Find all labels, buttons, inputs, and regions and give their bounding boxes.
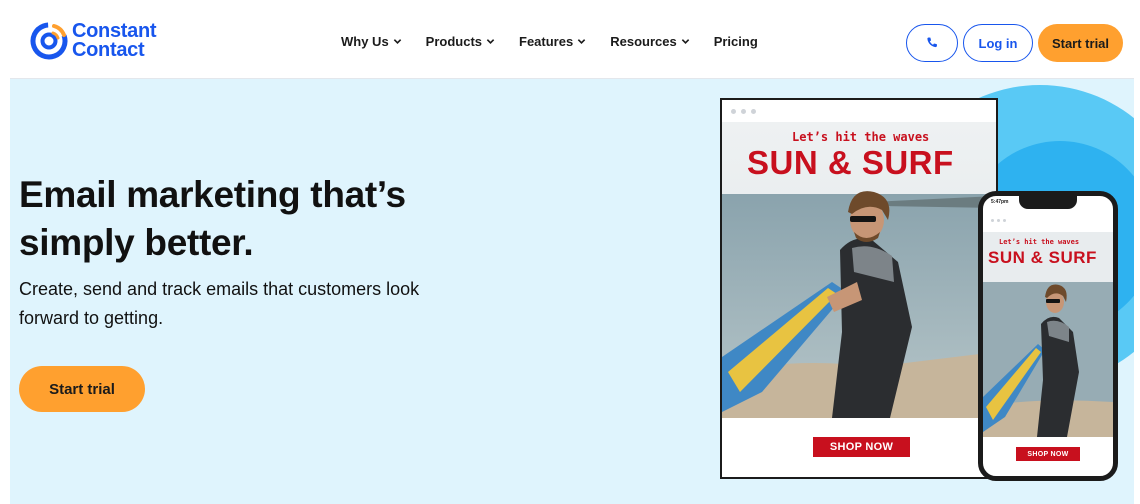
nav-item-label: Resources (610, 34, 677, 49)
phone-notch (1019, 196, 1077, 209)
email-headline: SUN & SURF (747, 144, 954, 181)
hero-start-trial-button[interactable]: Start trial (19, 366, 145, 412)
nav-item-label: Pricing (713, 34, 758, 49)
window-dot-icon (741, 108, 746, 114)
phone-button[interactable] (906, 24, 958, 62)
nav-item-resources[interactable]: Resources (610, 34, 689, 49)
hero-section: Email marketing that’s simply better. Cr… (10, 79, 1134, 504)
page: Constant Contact Why Us Products Feature… (0, 0, 1140, 504)
logo-line-2: Contact (72, 39, 145, 61)
email-footer: SHOP NOW (722, 418, 996, 477)
surfer-photo: Let’s hit the waves SUN & SURF (722, 122, 996, 418)
window-dot-icon (751, 108, 756, 114)
phone-shop-now-button[interactable]: SHOP NOW (1016, 447, 1080, 461)
login-button[interactable]: Log in (963, 24, 1033, 62)
window-dot-icon (991, 219, 994, 222)
window-dot-icon (997, 219, 1000, 222)
chevron-down-icon (393, 39, 401, 44)
nav-item-label: Products (425, 34, 483, 49)
phone-email-preview: 5:47pm Let’s hit the waves SUN & SURF SH… (978, 191, 1118, 481)
nav-item-label: Features (519, 34, 574, 49)
main-nav: Why Us Products Features Resources Prici… (341, 34, 782, 49)
email-kicker: Let’s hit the waves (792, 130, 930, 144)
chevron-down-icon (577, 39, 586, 44)
nav-item-products[interactable]: Products (426, 34, 495, 49)
browser-bar (722, 100, 996, 122)
nav-item-pricing[interactable]: Pricing (714, 34, 758, 49)
chevron-down-icon (486, 39, 495, 44)
chevron-down-icon (681, 39, 689, 44)
phone-email-headline: SUN & SURF (988, 248, 1097, 267)
window-dot-icon (1003, 219, 1006, 222)
brand-logo[interactable]: Constant Contact (30, 21, 157, 61)
desktop-email-preview: Let’s hit the waves SUN & SURF SHOP NOW (720, 98, 998, 479)
shop-now-button[interactable]: SHOP NOW (813, 437, 910, 457)
site-header: Constant Contact Why Us Products Feature… (0, 0, 1140, 79)
phone-window-dots (991, 219, 1006, 222)
nav-item-why-us[interactable]: Why Us (341, 34, 402, 49)
phone-surfer-photo: Let’s hit the waves SUN & SURF (983, 232, 1113, 437)
logo-mark-icon (30, 22, 68, 60)
start-trial-button[interactable]: Start trial (1038, 24, 1123, 62)
nav-item-label: Why Us (341, 34, 389, 49)
window-dot-icon (731, 108, 736, 114)
phone-icon (927, 37, 937, 48)
logo-text: Constant Contact (72, 21, 157, 61)
phone-email-kicker: Let’s hit the waves (999, 238, 1080, 246)
hero-subtitle: Create, send and track emails that custo… (19, 279, 420, 328)
hero-title: Email marketing that’s simply better. (19, 174, 406, 263)
phone-time: 5:47pm (991, 199, 1009, 205)
nav-item-features[interactable]: Features (519, 34, 586, 49)
